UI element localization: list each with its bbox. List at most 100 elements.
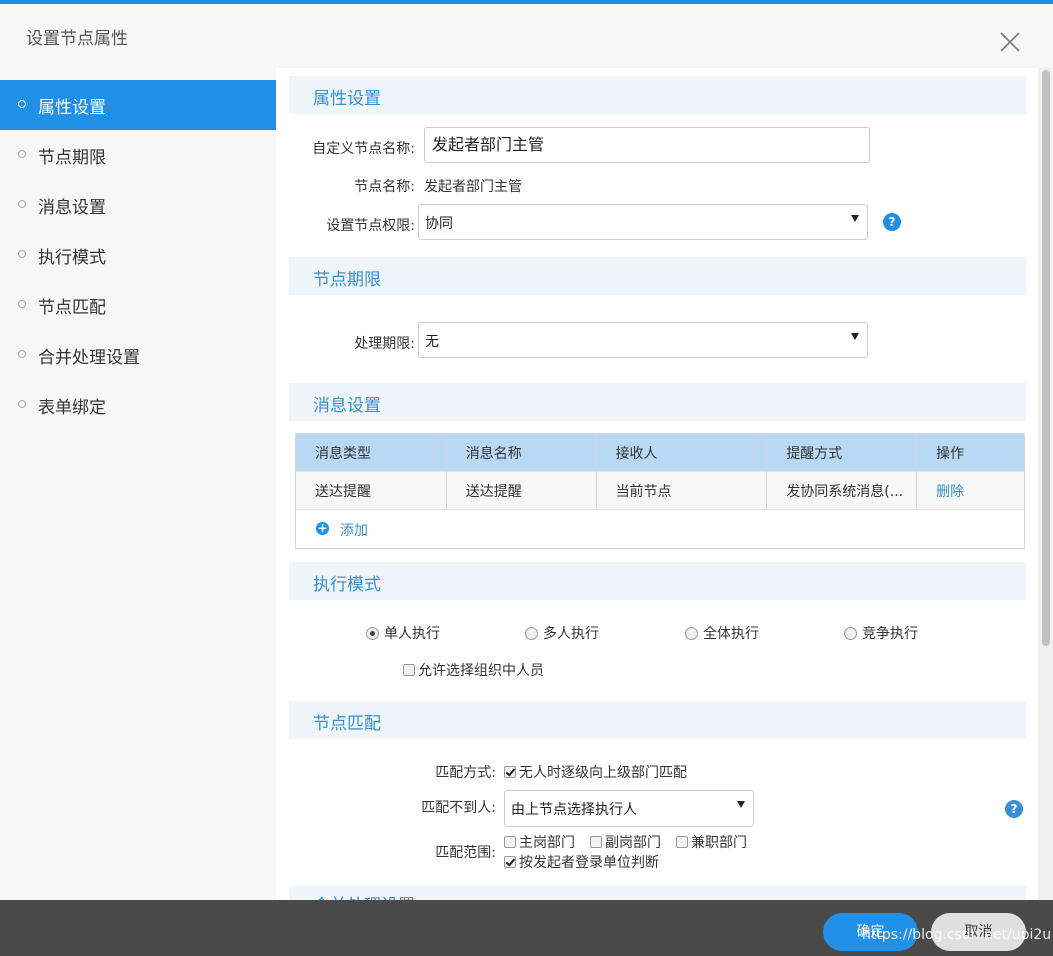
deadline-label: 处理期限: — [354, 336, 415, 352]
bullet-icon — [18, 150, 26, 158]
checkbox-box — [504, 836, 516, 848]
match-fallback-value: 由上节点选择执行人 — [511, 802, 637, 818]
bullet-icon — [18, 250, 26, 258]
cell-method: 发协同系统消息(... — [766, 471, 918, 510]
help-icon[interactable]: ? — [1005, 800, 1023, 818]
bullet-icon — [18, 200, 26, 208]
section-title: 合并处理设置 — [313, 891, 415, 900]
radio-circle — [844, 627, 857, 640]
permission-label: 设置节点权限: — [326, 218, 415, 234]
radio-circle — [525, 627, 538, 640]
radio-label: 单人执行 — [384, 626, 440, 642]
column-header: 提醒方式 — [766, 433, 918, 472]
sidebar: 属性设置 节点期限 消息设置 执行模式 节点匹配 合并处理设置 表单绑定 — [0, 68, 276, 900]
sidebar-item-label: 节点期限 — [38, 148, 106, 168]
scrollbar-thumb[interactable] — [1042, 70, 1050, 646]
table-row: 送达提醒 送达提醒 当前节点 发协同系统消息(... 删除 — [295, 471, 1025, 510]
checkbox-box — [403, 664, 415, 676]
help-icon[interactable]: ? — [883, 213, 901, 231]
match-mode-checkbox[interactable]: 无人时逐级向上级部门匹配 — [504, 762, 687, 782]
section-header-attr: 属性设置 — [289, 76, 1026, 114]
section-header-match: 节点匹配 — [289, 701, 1026, 739]
section-title: 消息设置 — [313, 396, 381, 416]
column-header: 接收人 — [596, 433, 768, 472]
sidebar-item-label: 表单绑定 — [38, 398, 106, 418]
sidebar-item-label: 消息设置 — [38, 198, 106, 218]
checkbox-box — [504, 766, 516, 778]
message-table: 消息类型 消息名称 接收人 提醒方式 操作 送达提醒 送达提醒 当前节点 发协同… — [295, 433, 1025, 510]
radio-compete[interactable]: 竞争执行 — [844, 623, 918, 643]
match-mode-label: 匹配方式: — [435, 765, 496, 781]
node-name-label: 节点名称: — [354, 179, 415, 195]
bullet-icon — [18, 300, 26, 308]
bullet-icon — [18, 350, 26, 358]
section-title: 属性设置 — [313, 89, 381, 109]
allow-org-checkbox[interactable]: 允许选择组织中人员 — [403, 660, 544, 680]
sidebar-item-match[interactable]: 节点匹配 — [0, 280, 276, 330]
deadline-value: 无 — [425, 334, 439, 350]
sidebar-item-form[interactable]: 表单绑定 — [0, 380, 276, 430]
sidebar-item-label: 节点匹配 — [38, 298, 106, 318]
section-header-exec: 执行模式 — [289, 562, 1026, 600]
range-parttime-checkbox[interactable]: 兼职部门 — [676, 832, 747, 852]
radio-all[interactable]: 全体执行 — [685, 623, 759, 643]
checkbox-label: 主岗部门 — [519, 835, 575, 851]
checkbox-box — [676, 836, 688, 848]
sidebar-item-label: 执行模式 — [38, 248, 106, 268]
dialog-title: 设置节点属性 — [26, 29, 128, 49]
settings-panel: 属性设置 自定义节点名称: 发起者部门主管 节点名称: 发起者部门主管 设置节点… — [276, 68, 1038, 900]
sidebar-item-merge[interactable]: 合并处理设置 — [0, 330, 276, 380]
custom-name-input[interactable]: 发起者部门主管 — [424, 127, 870, 163]
section-header-merge: 合并处理设置 — [289, 886, 1026, 900]
section-title: 节点期限 — [313, 270, 381, 290]
section-header-deadline: 节点期限 — [289, 257, 1026, 295]
section-title: 执行模式 — [313, 575, 381, 595]
cell-name: 送达提醒 — [446, 471, 597, 510]
chevron-down-icon — [851, 215, 859, 222]
sidebar-item-attr[interactable]: 属性设置 — [0, 80, 276, 130]
range-sub-checkbox[interactable]: 副岗部门 — [590, 832, 661, 852]
radio-single[interactable]: 单人执行 — [366, 623, 440, 643]
sidebar-item-exec[interactable]: 执行模式 — [0, 230, 276, 280]
dialog-footer: 确定 取消 https://blog.csdn.net/upi2u — [0, 900, 1053, 956]
table-header-row: 消息类型 消息名称 接收人 提醒方式 操作 — [295, 433, 1025, 472]
permission-select[interactable]: 协同 — [418, 204, 868, 240]
radio-label: 竞争执行 — [862, 626, 918, 642]
radio-label: 全体执行 — [703, 626, 759, 642]
match-range-label: 匹配范围: — [435, 845, 496, 861]
checkbox-label: 允许选择组织中人员 — [418, 663, 544, 679]
bullet-icon — [18, 100, 26, 108]
checkbox-label: 兼职部门 — [691, 835, 747, 851]
plus-circle-icon: + — [316, 521, 329, 535]
range-main-checkbox[interactable]: 主岗部门 — [504, 832, 575, 852]
sidebar-item-message[interactable]: 消息设置 — [0, 180, 276, 230]
permission-value: 协同 — [425, 216, 453, 232]
add-message-button[interactable]: + 添加 — [295, 509, 1025, 549]
column-header: 消息类型 — [295, 433, 447, 472]
chevron-down-icon — [737, 801, 745, 808]
cell-type: 送达提醒 — [295, 471, 447, 510]
cell-receiver: 当前节点 — [596, 471, 768, 510]
custom-name-label: 自定义节点名称: — [312, 141, 415, 157]
login-unit-checkbox[interactable]: 按发起者登录单位判断 — [504, 852, 659, 872]
sidebar-item-label: 属性设置 — [38, 98, 106, 118]
close-icon[interactable] — [998, 30, 1022, 54]
delete-link[interactable]: 删除 — [916, 471, 1025, 510]
section-header-message: 消息设置 — [289, 383, 1026, 421]
watermark: https://blog.csdn.net/upi2u — [862, 927, 1052, 943]
match-fallback-label: 匹配不到人: — [421, 800, 496, 816]
sidebar-item-label: 合并处理设置 — [38, 348, 140, 368]
deadline-select[interactable]: 无 — [418, 322, 868, 358]
checkbox-box — [590, 836, 602, 848]
dialog-titlebar: 设置节点属性 — [0, 4, 1053, 68]
radio-multi[interactable]: 多人执行 — [525, 623, 599, 643]
section-title: 节点匹配 — [313, 714, 381, 734]
match-fallback-select[interactable]: 由上节点选择执行人 — [504, 790, 754, 827]
checkbox-label: 无人时逐级向上级部门匹配 — [519, 765, 687, 781]
chevron-down-icon — [851, 333, 859, 340]
radio-circle — [685, 627, 698, 640]
node-name-value: 发起者部门主管 — [424, 179, 522, 195]
scrollbar[interactable] — [1038, 68, 1053, 900]
add-label: 添加 — [340, 523, 368, 539]
sidebar-item-deadline[interactable]: 节点期限 — [0, 130, 276, 180]
